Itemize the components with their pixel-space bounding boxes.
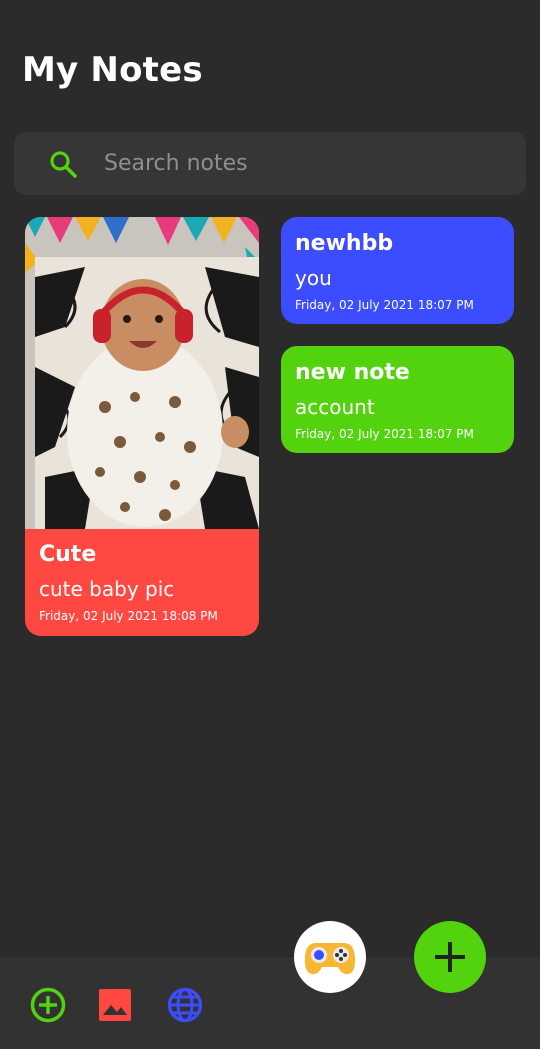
page-title: My Notes xyxy=(22,50,203,90)
note-title: newhbb xyxy=(295,231,394,256)
note-date: Friday, 02 July 2021 18:07 PM xyxy=(295,427,474,441)
add-note-button[interactable] xyxy=(414,921,486,993)
note-text: account xyxy=(295,395,375,419)
search-input[interactable] xyxy=(90,132,510,195)
note-date: Friday, 02 July 2021 18:08 PM xyxy=(39,609,218,623)
note-card-cute[interactable]: Cute cute baby pic Friday, 02 July 2021 … xyxy=(25,217,259,636)
note-date: Friday, 02 July 2021 18:07 PM xyxy=(295,298,474,312)
add-circle-icon[interactable] xyxy=(29,986,67,1024)
note-text: you xyxy=(295,266,332,290)
note-card-newhbb[interactable]: newhbb you Friday, 02 July 2021 18:07 PM xyxy=(281,217,514,324)
note-image xyxy=(25,217,259,529)
image-icon[interactable] xyxy=(97,987,133,1023)
note-title: new note xyxy=(295,360,410,385)
note-title: Cute xyxy=(39,542,97,567)
plus-icon xyxy=(435,942,465,972)
note-text: cute baby pic xyxy=(39,577,175,601)
search-bar[interactable] xyxy=(14,132,526,195)
search-icon xyxy=(50,151,77,178)
game-button[interactable] xyxy=(294,921,366,993)
note-card-new-note[interactable]: new note account Friday, 02 July 2021 18… xyxy=(281,346,514,453)
globe-icon[interactable] xyxy=(166,986,204,1024)
gamepad-icon xyxy=(304,943,356,975)
